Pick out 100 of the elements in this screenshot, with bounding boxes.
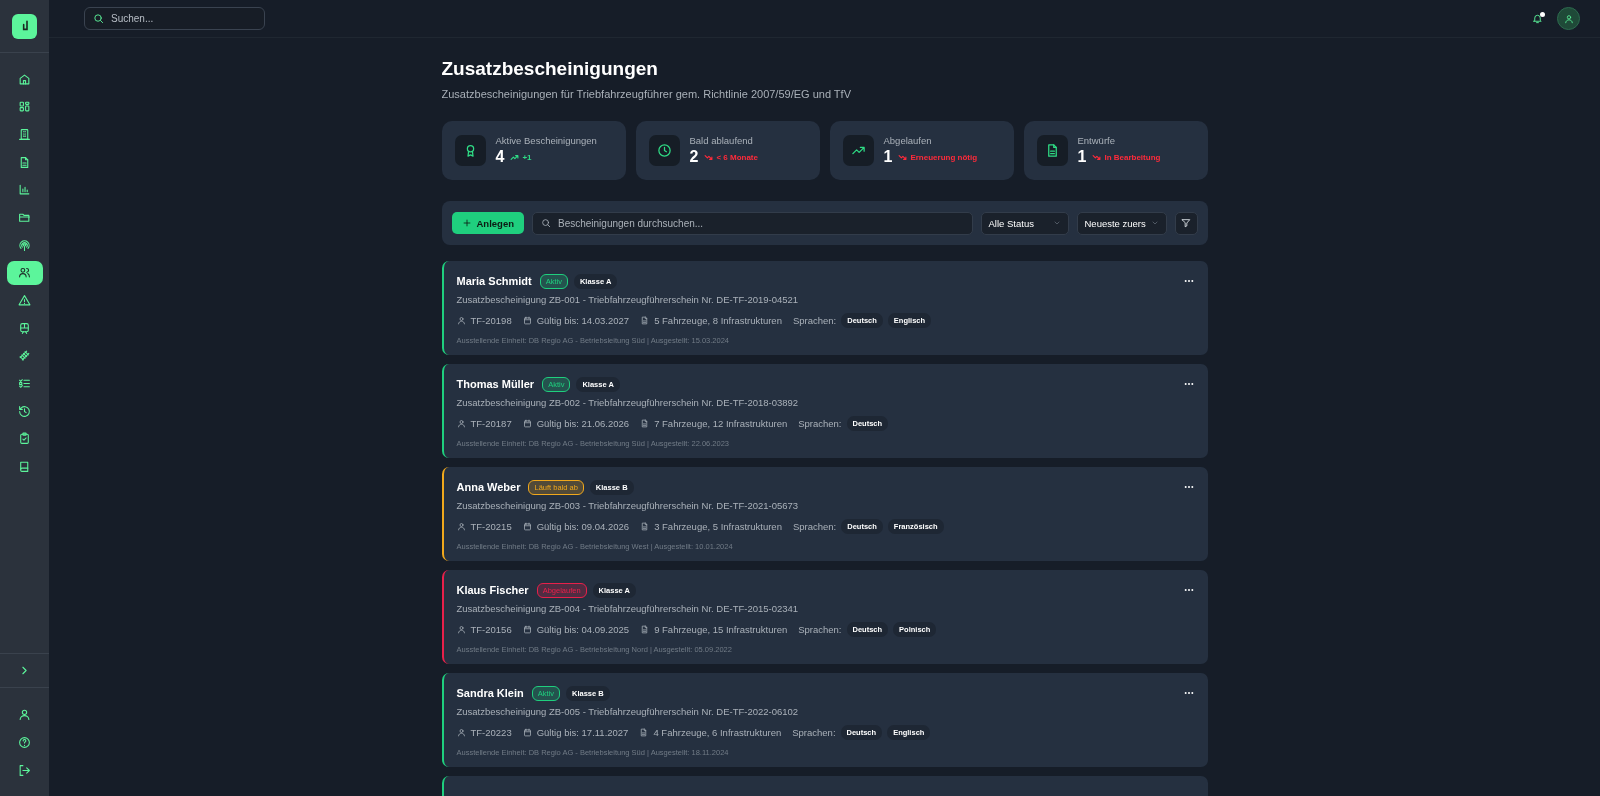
scope-text: 4 Fahrzeuge, 6 Infrastrukturen (653, 727, 782, 738)
certificate-title: Zusatzbescheinigung ZB-005 - Triebfahrzeugführerschein Nr. DE-TF-2022-06102 (456, 706, 800, 717)
certificate-title: Zusatzbescheinigung ZB-003 - Triebfahrzeugführerschein Nr. DE-TF-2021-05673 (456, 500, 800, 511)
home-icon (18, 72, 31, 86)
dashboard-icon (18, 100, 31, 114)
driver-id: TF-20156 (470, 624, 512, 635)
status-dropdown[interactable]: Alle Status (980, 211, 1069, 235)
languages-label: Sprachen: (798, 418, 842, 429)
user-icon (456, 625, 466, 634)
user-icon (456, 522, 466, 531)
driver-id: TF-20223 (470, 727, 512, 738)
certificate-card[interactable] (441, 570, 1208, 664)
document-icon (18, 155, 31, 169)
warning-icon (18, 294, 31, 307)
calendar-icon (522, 316, 532, 325)
history-icon (18, 404, 31, 418)
languages-label: Sprachen: (792, 727, 836, 738)
more-button[interactable] (1183, 382, 1194, 386)
more-button[interactable] (1183, 279, 1194, 283)
page-subtitle: Zusatzbescheinigungen für Triebfahrzeugführer gem. Richtlinie 2007/59/EG und TfV (441, 88, 852, 100)
person-name: Sandra Klein (456, 687, 524, 699)
driver-id: TF-20215 (470, 521, 512, 532)
sort-dropdown[interactable]: Neueste zuers (1076, 211, 1167, 235)
more-button[interactable] (1183, 691, 1194, 695)
stat-label: Aktive Bescheinigungen (495, 135, 597, 146)
trend-down-icon (898, 152, 908, 162)
calendar-icon (522, 419, 532, 428)
notification-button[interactable] (1532, 13, 1543, 24)
driver-id: TF-20187 (470, 418, 512, 429)
person-name: Anna Weber (456, 481, 521, 493)
plus-icon (461, 218, 472, 228)
filter-icon (1181, 218, 1191, 228)
scope-text: 9 Fahrzeuge, 15 Infrastrukturen (654, 624, 788, 635)
caret-icon (1150, 219, 1159, 227)
driver-id: TF-20198 (470, 315, 512, 326)
document-icon (640, 522, 650, 531)
user-icon (18, 707, 31, 721)
valid-until: Gültig bis: 17.11.2027 (536, 727, 629, 738)
valid-until: Gültig bis: 04.09.2025 (536, 624, 630, 635)
avatar-button[interactable] (1557, 7, 1580, 30)
stat-value: 1 (883, 148, 893, 166)
stat-label: Abgelaufen (883, 135, 933, 146)
create-button[interactable]: Anlegen (451, 212, 524, 234)
trend-down-icon (1092, 152, 1102, 162)
valid-until: Gültig bis: 21.06.2026 (536, 418, 630, 429)
clipboard-icon (18, 432, 31, 446)
scope-text: 3 Fahrzeuge, 5 Infrastrukturen (654, 521, 782, 532)
user-icon (456, 419, 466, 428)
scope-text: 5 Fahrzeuge, 8 Infrastrukturen (654, 315, 782, 326)
trend-note: < 6 Monate (704, 152, 758, 162)
search-field[interactable]: Bescheinigungen durchsuchen... (532, 211, 973, 235)
caret-icon (1052, 219, 1061, 227)
users-icon (18, 266, 31, 280)
user-icon (456, 316, 466, 325)
checklist-icon (18, 377, 31, 391)
stat-value: 4 (495, 148, 505, 166)
bell-icon (1532, 13, 1543, 24)
building-icon (18, 127, 31, 141)
valid-until: Gültig bis: 09.04.2026 (536, 521, 630, 532)
more-button[interactable] (1183, 485, 1194, 489)
broadcast-icon (18, 238, 31, 252)
stat-value: 1 (1077, 148, 1087, 166)
app-logo[interactable] (12, 13, 37, 39)
calendar-icon (522, 625, 532, 634)
person-name: Maria Schmidt (456, 275, 532, 287)
search-field[interactable]: Suchen... (84, 7, 265, 30)
calendar-icon (522, 728, 532, 737)
certificate-title: Zusatzbescheinigung ZB-004 - Triebfahrzeugführerschein Nr. DE-TF-2015-02341 (456, 603, 800, 614)
more-button[interactable] (1183, 588, 1194, 592)
person-name: Thomas Müller (456, 378, 535, 390)
document-icon (640, 625, 650, 634)
document-icon (640, 316, 650, 325)
languages-label: Sprachen: (798, 624, 842, 635)
bar-chart-icon (18, 183, 31, 197)
trend-note: Erneuerung nötig (898, 152, 978, 162)
trend-up-icon (510, 152, 520, 162)
certificate-card[interactable] (441, 467, 1208, 561)
certificate-card[interactable] (441, 673, 1208, 767)
stat-label: Bald ablaufend (689, 135, 754, 146)
stat-value: 2 (689, 148, 699, 166)
clock-icon (656, 143, 672, 158)
languages-label: Sprachen: (792, 521, 837, 532)
certificate-title: Zusatzbescheinigung ZB-002 - Triebfahrzeugführerschein Nr. DE-TF-2018-03892 (456, 397, 800, 408)
calendar-icon (522, 522, 532, 531)
train-icon (18, 321, 31, 335)
scope-text: 7 Fahrzeuge, 12 Infrastrukturen (654, 418, 788, 429)
valid-until: Gültig bis: 14.03.2027 (536, 315, 630, 326)
book-icon (18, 460, 31, 474)
nav-item[interactable] (6, 260, 43, 285)
user-icon (456, 728, 466, 737)
certificate-title: Zusatzbescheinigung ZB-001 - Triebfahrzeugführerschein Nr. DE-TF-2019-04521 (456, 294, 800, 305)
filter-button[interactable] (1174, 211, 1198, 235)
certificate-card[interactable] (441, 261, 1208, 355)
trend-note: +1 (510, 152, 532, 162)
track-icon (18, 349, 31, 363)
person-name: Klaus Fischer (456, 584, 529, 596)
certificate-card[interactable] (441, 364, 1208, 458)
trend-note: In Bearbeitung (1092, 152, 1161, 162)
logout-icon (18, 763, 31, 777)
document-icon (640, 419, 650, 428)
